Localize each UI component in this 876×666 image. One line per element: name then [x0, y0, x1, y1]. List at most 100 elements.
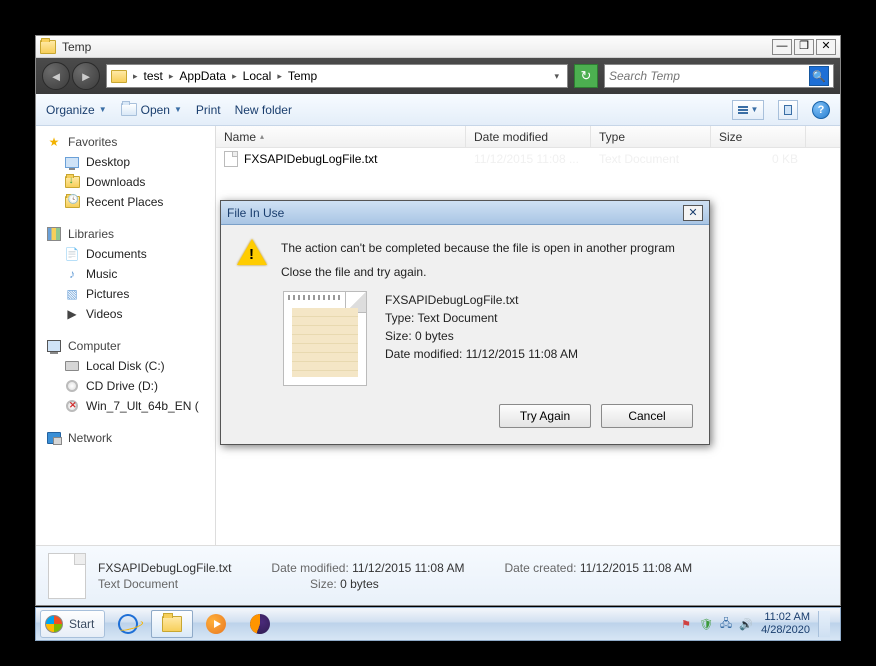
- column-date[interactable]: Date modified: [466, 126, 591, 147]
- window-title: Temp: [62, 40, 772, 54]
- breadcrumb[interactable]: Temp: [288, 69, 317, 83]
- show-desktop-button[interactable]: [818, 611, 830, 637]
- breadcrumb[interactable]: AppData: [179, 69, 226, 83]
- column-size[interactable]: Size: [711, 126, 806, 147]
- network-tray-icon[interactable]: 🖧: [719, 617, 733, 631]
- forward-button[interactable]: ►: [72, 62, 100, 90]
- command-bar: Organize ▼ Open ▼ Print New folder ▼ ?: [36, 94, 840, 126]
- open-icon: [121, 103, 137, 116]
- open-button[interactable]: Open ▼: [121, 103, 182, 117]
- sidebar-item-pictures[interactable]: ▧Pictures: [46, 284, 215, 304]
- breadcrumb[interactable]: test: [144, 69, 163, 83]
- disk-icon: [65, 361, 79, 371]
- address-bar[interactable]: ▸ test ▸ AppData ▸ Local ▸ Temp ▾: [106, 64, 568, 88]
- new-folder-button[interactable]: New folder: [235, 103, 292, 117]
- chevron-right-icon[interactable]: ▸: [275, 71, 284, 82]
- view-options-button[interactable]: ▼: [732, 100, 764, 120]
- warning-icon: [237, 239, 267, 269]
- details-size: 0 bytes: [340, 577, 379, 591]
- recent-icon: [65, 196, 80, 208]
- refresh-button[interactable]: ↻: [574, 64, 598, 88]
- details-created: 11/12/2015 11:08 AM: [580, 561, 692, 575]
- cd-icon: [66, 380, 78, 392]
- taskbar-app-firefox[interactable]: [239, 610, 281, 638]
- dialog-title: File In Use: [227, 206, 284, 220]
- documents-icon: 📄: [64, 246, 80, 262]
- list-icon: [738, 106, 748, 114]
- taskbar-app-ie[interactable]: [107, 610, 149, 638]
- organize-menu[interactable]: Organize ▼: [46, 103, 107, 117]
- videos-icon: ▶: [64, 306, 80, 322]
- taskbar-app-explorer[interactable]: [151, 610, 193, 638]
- nav-bar: ◄ ► ▸ test ▸ AppData ▸ Local ▸ Temp ▾ ↻ …: [36, 58, 840, 94]
- maximize-button[interactable]: ❐: [794, 39, 814, 55]
- sidebar-favorites[interactable]: ★ Favorites: [46, 132, 215, 152]
- column-headers: Name▴ Date modified Type Size: [216, 126, 840, 148]
- try-again-button[interactable]: Try Again: [499, 404, 591, 428]
- open-label: Open: [141, 103, 170, 117]
- sidebar-network[interactable]: Network: [46, 428, 215, 448]
- sidebar-item-desktop[interactable]: Desktop: [46, 152, 215, 172]
- breadcrumb[interactable]: Local: [243, 69, 272, 83]
- chevron-right-icon[interactable]: ▸: [167, 71, 176, 82]
- sidebar-item-cd-drive[interactable]: CD Drive (D:): [46, 376, 215, 396]
- sidebar-item-recent[interactable]: Recent Places: [46, 192, 215, 212]
- titlebar: Temp — ❐ ✕: [36, 36, 840, 58]
- column-type[interactable]: Type: [591, 126, 711, 147]
- file-row[interactable]: FXSAPIDebugLogFile.txt 11/12/2015 11:08 …: [216, 148, 840, 170]
- dialog-titlebar: File In Use ✕: [221, 201, 709, 225]
- start-button[interactable]: Start: [40, 610, 105, 638]
- taskbar: Start ⚑ 🛡 🖧 🔊 11:02 AM 4/28/2020: [35, 607, 841, 641]
- details-filetype: Text Document: [98, 577, 178, 591]
- sidebar-item-music[interactable]: ♪Music: [46, 264, 215, 284]
- sort-asc-icon: ▴: [260, 132, 264, 141]
- column-name[interactable]: Name▴: [216, 126, 466, 147]
- search-input[interactable]: [609, 69, 809, 83]
- sidebar-item-videos[interactable]: ▶Videos: [46, 304, 215, 324]
- chevron-right-icon[interactable]: ▸: [230, 71, 239, 82]
- close-button[interactable]: ✕: [816, 39, 836, 55]
- chevron-down-icon: ▼: [751, 105, 759, 114]
- sidebar-item-downloads[interactable]: Downloads: [46, 172, 215, 192]
- minimize-button[interactable]: —: [772, 39, 792, 55]
- star-icon: ★: [46, 134, 62, 150]
- navigation-pane: ★ Favorites Desktop Downloads Recent Pla…: [36, 126, 216, 545]
- music-icon: ♪: [64, 266, 80, 282]
- sidebar-item-documents[interactable]: 📄Documents: [46, 244, 215, 264]
- taskbar-clock[interactable]: 11:02 AM 4/28/2020: [761, 611, 810, 637]
- chevron-right-icon[interactable]: ▸: [131, 71, 140, 82]
- shield-icon[interactable]: 🛡: [699, 617, 713, 631]
- folder-icon: [40, 40, 56, 54]
- sidebar-item-local-disk[interactable]: Local Disk (C:): [46, 356, 215, 376]
- network-icon: [47, 432, 61, 444]
- dialog-file-name: FXSAPIDebugLogFile.txt: [385, 291, 578, 309]
- chevron-down-icon: ▼: [174, 105, 182, 114]
- back-button[interactable]: ◄: [42, 62, 70, 90]
- search-box[interactable]: 🔍: [604, 64, 834, 88]
- help-button[interactable]: ?: [812, 101, 830, 119]
- dialog-close-button[interactable]: ✕: [683, 205, 703, 221]
- firefox-icon: [250, 614, 270, 634]
- system-tray[interactable]: ⚑ 🛡 🖧 🔊: [679, 617, 753, 631]
- search-button[interactable]: 🔍: [809, 66, 829, 86]
- volume-icon[interactable]: 🔊: [739, 617, 753, 631]
- desktop-icon: [65, 157, 79, 168]
- chevron-down-icon: ▼: [99, 105, 107, 114]
- text-file-icon: [224, 151, 238, 167]
- preview-pane-button[interactable]: [778, 100, 798, 120]
- cd-error-icon: [66, 400, 78, 412]
- address-dropdown[interactable]: ▾: [550, 71, 563, 82]
- flag-icon[interactable]: ⚑: [679, 617, 693, 631]
- pane-icon: [784, 105, 792, 115]
- libraries-icon: [47, 227, 61, 241]
- sidebar-item-win7[interactable]: Win_7_Ult_64b_EN (: [46, 396, 215, 416]
- print-button[interactable]: Print: [196, 103, 221, 117]
- sidebar-libraries[interactable]: Libraries: [46, 224, 215, 244]
- ie-icon: [116, 612, 140, 636]
- sidebar-computer[interactable]: Computer: [46, 336, 215, 356]
- dialog-message: The action can't be completed because th…: [281, 239, 693, 257]
- cancel-button[interactable]: Cancel: [601, 404, 693, 428]
- taskbar-app-wmp[interactable]: [195, 610, 237, 638]
- file-type: Text Document: [591, 152, 711, 166]
- print-label: Print: [196, 103, 221, 117]
